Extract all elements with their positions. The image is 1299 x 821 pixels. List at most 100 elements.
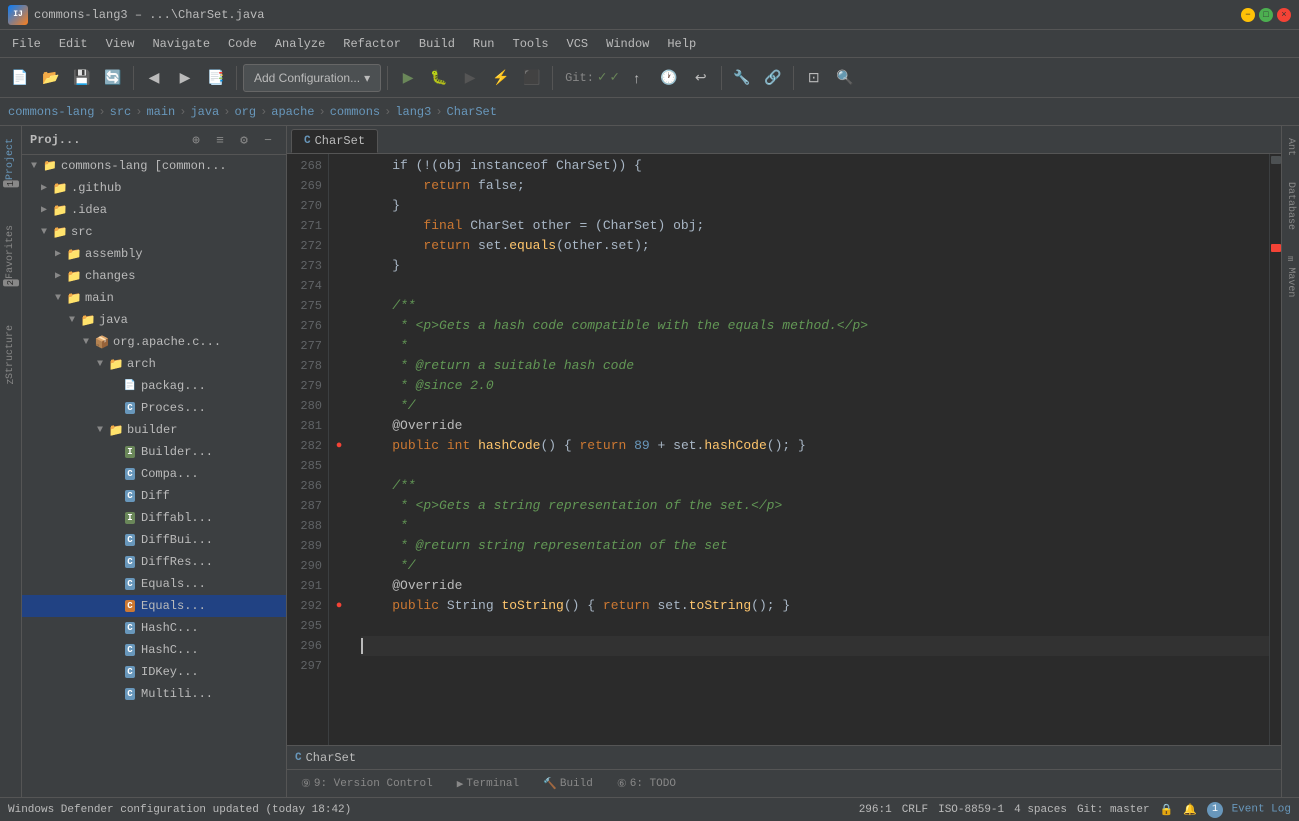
breadcrumb-item-apache[interactable]: apache	[271, 105, 314, 119]
git-push-button[interactable]: ↑	[623, 64, 651, 92]
add-configuration-button[interactable]: Add Configuration... ▾	[243, 64, 381, 92]
save-all-button[interactable]: 💾	[68, 64, 96, 92]
tree-item[interactable]: ▶📁changes	[22, 265, 286, 287]
project-settings-icon[interactable]: ⚙	[234, 130, 254, 150]
project-locate-icon[interactable]: ⊕	[186, 130, 206, 150]
vcs-ops-button[interactable]: 🔗	[759, 64, 787, 92]
menu-item-window[interactable]: Window	[598, 34, 657, 54]
tree-expand-arrow[interactable]: ▶	[50, 268, 66, 284]
bottom-tab-6:-todo[interactable]: ⑥6: TODO	[607, 774, 686, 794]
menu-item-file[interactable]: File	[4, 34, 49, 54]
breadcrumb-item-commons[interactable]: commons	[330, 105, 380, 119]
breadcrumb-item-main[interactable]: main	[146, 105, 175, 119]
indent-info[interactable]: 4 spaces	[1014, 804, 1067, 816]
right-tab-maven[interactable]: m Maven	[1283, 248, 1298, 305]
recent-files-button[interactable]: 📑	[202, 64, 230, 92]
tree-item[interactable]: CEquals...	[22, 595, 286, 617]
back-button[interactable]: ◀	[140, 64, 168, 92]
maximize-button[interactable]: □	[1259, 8, 1273, 22]
menu-item-code[interactable]: Code	[220, 34, 265, 54]
tree-expand-arrow[interactable]: ▼	[50, 290, 66, 306]
tree-item[interactable]: IBuilder...	[22, 441, 286, 463]
menu-item-run[interactable]: Run	[465, 34, 503, 54]
tree-expand-arrow[interactable]: ▼	[92, 356, 108, 372]
tree-item[interactable]: CDiffRes...	[22, 551, 286, 573]
sidebar-item-favorites[interactable]: 2Favorites	[3, 217, 18, 296]
tree-item[interactable]: ▶📁.idea	[22, 199, 286, 221]
new-file-button[interactable]: 📄	[6, 64, 34, 92]
breadcrumb-item-commons-lang[interactable]: commons-lang	[8, 105, 94, 119]
sidebar-item-project[interactable]: 1Project	[3, 130, 18, 197]
menu-item-edit[interactable]: Edit	[51, 34, 96, 54]
encoding[interactable]: ISO-8859-1	[938, 804, 1004, 816]
tree-expand-arrow[interactable]: ▶	[36, 180, 52, 196]
tree-item[interactable]: CDiff	[22, 485, 286, 507]
breadcrumb-item-org[interactable]: org	[234, 105, 256, 119]
tree-item[interactable]: ▼📁src	[22, 221, 286, 243]
tree-item[interactable]: IDiffabl...	[22, 507, 286, 529]
tree-expand-arrow[interactable]: ▼	[78, 334, 94, 350]
profile-button[interactable]: ⚡	[487, 64, 515, 92]
tree-item[interactable]: ▼📁arch	[22, 353, 286, 375]
stop-button[interactable]: ⬛	[518, 64, 546, 92]
tree-item[interactable]: CDiffBui...	[22, 529, 286, 551]
tree-item[interactable]: CCompa...	[22, 463, 286, 485]
minimize-button[interactable]: −	[1241, 8, 1255, 22]
sync-button[interactable]: 🔄	[99, 64, 127, 92]
event-log[interactable]: 1 Event Log	[1207, 802, 1291, 818]
tree-item[interactable]: ▼📁java	[22, 309, 286, 331]
tree-item[interactable]: CHashC...	[22, 639, 286, 661]
tree-expand-arrow[interactable]: ▼	[92, 422, 108, 438]
breadcrumb-item-java[interactable]: java	[190, 105, 219, 119]
tree-item[interactable]: CProces...	[22, 397, 286, 419]
tree-item[interactable]: CHashC...	[22, 617, 286, 639]
breadcrumb-item-charset[interactable]: CharSet	[447, 105, 497, 119]
right-tab-database[interactable]: Database	[1283, 174, 1298, 238]
tree-item[interactable]: CMultili...	[22, 683, 286, 705]
project-close-icon[interactable]: −	[258, 130, 278, 150]
cursor-position[interactable]: 296:1	[859, 804, 892, 816]
menu-item-analyze[interactable]: Analyze	[267, 34, 333, 54]
menu-item-refactor[interactable]: Refactor	[335, 34, 409, 54]
root-expand-arrow[interactable]: ▼	[26, 158, 42, 174]
breadcrumb-item-lang3[interactable]: lang3	[395, 105, 431, 119]
menu-item-vcs[interactable]: VCS	[559, 34, 597, 54]
bottom-tab-build[interactable]: 🔨Build	[533, 774, 603, 794]
breadcrumb-item-src[interactable]: src	[110, 105, 132, 119]
git-history-button[interactable]: 🕐	[655, 64, 683, 92]
menu-item-navigate[interactable]: Navigate	[144, 34, 218, 54]
close-button[interactable]: ×	[1277, 8, 1291, 22]
coverage-button[interactable]: ▶	[456, 64, 484, 92]
menu-item-help[interactable]: Help	[659, 34, 704, 54]
tree-item[interactable]: ▶📁assembly	[22, 243, 286, 265]
tree-item[interactable]: ▼📦org.apache.c...	[22, 331, 286, 353]
editor-tab-charset[interactable]: C CharSet	[291, 129, 378, 153]
sidebar-item-structure[interactable]: ZStructure	[3, 317, 18, 392]
tree-item-root[interactable]: ▼ 📁 commons-lang [common...	[22, 155, 286, 177]
right-tab-ant[interactable]: Ant	[1283, 130, 1298, 164]
layout-button[interactable]: ⊡	[800, 64, 828, 92]
open-button[interactable]: 📂	[37, 64, 65, 92]
debug-button[interactable]: 🐛	[425, 64, 453, 92]
bottom-tab-terminal[interactable]: ▶Terminal	[447, 774, 529, 794]
tree-expand-arrow[interactable]: ▼	[36, 224, 52, 240]
tree-expand-arrow[interactable]: ▶	[50, 246, 66, 262]
code-editor[interactable]: 2682692702712722732742752762772782792802…	[287, 154, 1281, 745]
tree-item[interactable]: CIDKey...	[22, 661, 286, 683]
menu-item-tools[interactable]: Tools	[505, 34, 557, 54]
git-rollback-button[interactable]: ↩	[687, 64, 715, 92]
run-button[interactable]: ▶	[394, 64, 422, 92]
project-collapse-icon[interactable]: ≡	[210, 130, 230, 150]
tree-item[interactable]: 📄packag...	[22, 375, 286, 397]
forward-button[interactable]: ▶	[171, 64, 199, 92]
search-everywhere-button[interactable]: 🔍	[831, 64, 859, 92]
vcs-branch[interactable]: Git: master	[1077, 804, 1150, 816]
settings-button[interactable]: 🔧	[728, 64, 756, 92]
line-ending[interactable]: CRLF	[902, 804, 928, 816]
tree-expand-arrow[interactable]: ▶	[36, 202, 52, 218]
tree-item[interactable]: ▼📁main	[22, 287, 286, 309]
tree-item[interactable]: ▼📁builder	[22, 419, 286, 441]
menu-item-view[interactable]: View	[98, 34, 143, 54]
tree-item[interactable]: CEquals...	[22, 573, 286, 595]
tree-item[interactable]: ▶📁.github	[22, 177, 286, 199]
